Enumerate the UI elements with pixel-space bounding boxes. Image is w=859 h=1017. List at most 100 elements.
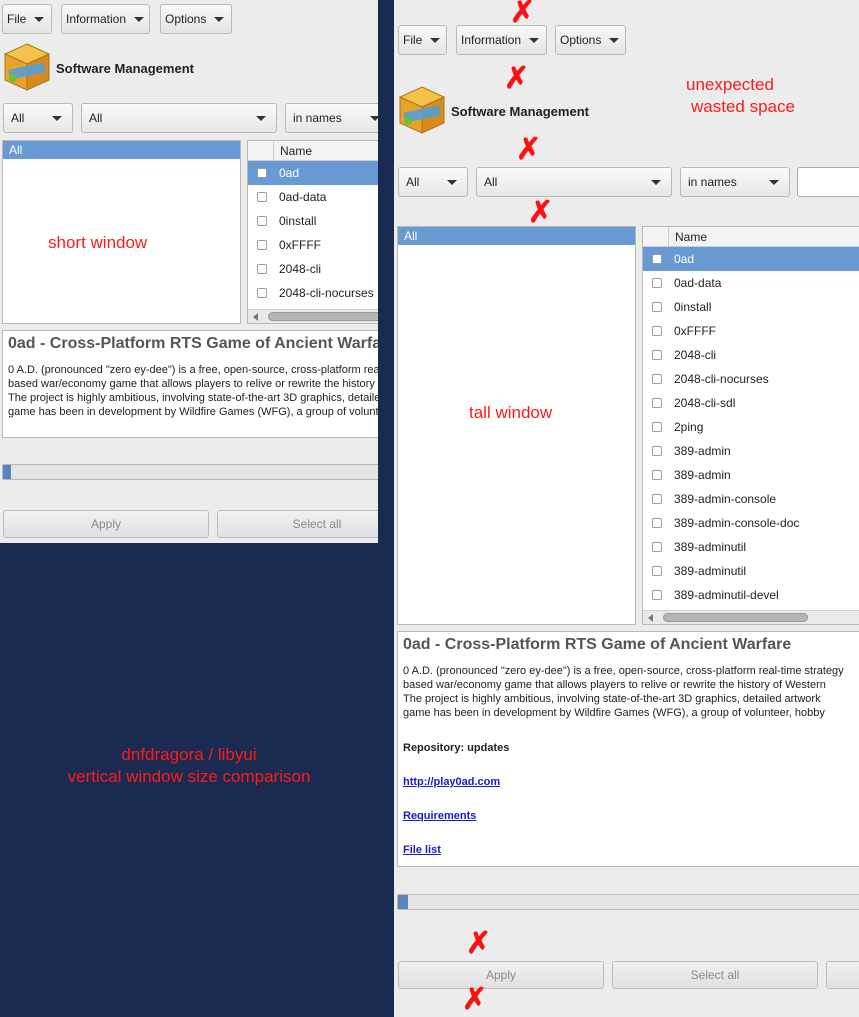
table-row[interactable]: 0xFFFF bbox=[643, 319, 859, 343]
scroll-left-arrow-icon[interactable] bbox=[253, 313, 258, 321]
package-name: 2048-cli-nocurses bbox=[674, 372, 769, 386]
checkbox-icon[interactable] bbox=[257, 264, 267, 274]
table-row[interactable]: 0install bbox=[248, 209, 378, 233]
description-line: The project is highly ambitious, involvi… bbox=[8, 392, 378, 404]
checkbox-icon[interactable] bbox=[652, 278, 662, 288]
horizontal-scrollbar[interactable] bbox=[643, 610, 859, 624]
table-header: Name bbox=[643, 227, 859, 247]
filter1-combo[interactable]: All bbox=[3, 103, 73, 133]
filter2-value: All bbox=[89, 111, 103, 125]
checkbox-icon[interactable] bbox=[652, 326, 662, 336]
apply-button[interactable]: Apply bbox=[3, 510, 209, 538]
chevron-down-icon bbox=[52, 115, 62, 121]
short-window: File Information Options Software Manage… bbox=[0, 0, 378, 543]
repository-label: Repository: updates bbox=[403, 742, 510, 754]
checkbox-icon[interactable] bbox=[652, 422, 662, 432]
menu-information[interactable]: Information bbox=[456, 25, 547, 55]
scrollbar-thumb[interactable] bbox=[663, 613, 808, 622]
table-row[interactable]: 389-adminutil bbox=[643, 559, 859, 583]
table-row[interactable]: 2048-cli-nocurses bbox=[643, 367, 859, 391]
chevron-down-icon bbox=[34, 16, 45, 22]
menu-file[interactable]: File bbox=[398, 25, 447, 55]
checkbox-icon[interactable] bbox=[257, 168, 267, 178]
checkbox-icon[interactable] bbox=[652, 518, 662, 528]
description-line: game has been in development by Wildfire… bbox=[403, 707, 825, 719]
app-title: Software Management bbox=[451, 104, 589, 119]
search-mode-combo[interactable]: in names bbox=[680, 167, 790, 197]
filter2-combo[interactable]: All bbox=[476, 167, 672, 197]
checkbox-icon[interactable] bbox=[652, 542, 662, 552]
table-row[interactable]: 0ad bbox=[248, 161, 378, 185]
checkbox-icon[interactable] bbox=[652, 374, 662, 384]
table-row[interactable]: 0ad bbox=[643, 247, 859, 271]
checkbox-icon[interactable] bbox=[652, 470, 662, 480]
table-row[interactable]: 2048-cli-nocurses bbox=[248, 281, 378, 305]
checkbox-icon[interactable] bbox=[652, 350, 662, 360]
menu-file[interactable]: File bbox=[2, 4, 52, 34]
header-checkbox-column bbox=[248, 141, 274, 160]
search-input[interactable] bbox=[797, 167, 859, 197]
checkbox-icon[interactable] bbox=[652, 398, 662, 408]
table-row[interactable]: 389-adminutil bbox=[643, 535, 859, 559]
header-name[interactable]: Name bbox=[669, 227, 707, 246]
table-row[interactable]: 0xFFFF bbox=[248, 233, 378, 257]
x-mark-icon: ✗ bbox=[462, 983, 488, 1016]
menu-options[interactable]: Options bbox=[555, 25, 626, 55]
table-row[interactable]: 2048-cli-sdl bbox=[643, 391, 859, 415]
description-body: 0 A.D. (pronounced "zero ey-dee") is a f… bbox=[403, 664, 859, 720]
table-row[interactable]: 0install bbox=[643, 295, 859, 319]
checkbox-icon[interactable] bbox=[652, 254, 662, 264]
homepage-link[interactable]: http://play0ad.com bbox=[403, 776, 859, 788]
checkbox-icon[interactable] bbox=[257, 240, 267, 250]
extra-button[interactable] bbox=[826, 961, 859, 989]
filter1-combo[interactable]: All bbox=[398, 167, 468, 197]
filter2-combo[interactable]: All bbox=[81, 103, 277, 133]
table-row[interactable]: 0ad-data bbox=[248, 185, 378, 209]
table-row[interactable]: 2048-cli bbox=[643, 343, 859, 367]
menu-options-label: Options bbox=[560, 33, 602, 47]
checkbox-icon[interactable] bbox=[257, 192, 267, 202]
package-table[interactable]: Name 0ad 0ad-data 0install 0xFFFF 2048-cli 20… bbox=[642, 226, 859, 625]
package-table[interactable]: Name 0ad 0ad-data 0install 0xFFFF 2048-cli 20… bbox=[247, 140, 378, 324]
package-name: 389-admin-console-doc bbox=[674, 516, 800, 530]
package-name: 389-admin bbox=[674, 444, 731, 458]
checkbox-icon[interactable] bbox=[257, 216, 267, 226]
table-row[interactable]: 389-admin-console bbox=[643, 487, 859, 511]
chevron-down-icon bbox=[256, 115, 266, 121]
checkbox-icon[interactable] bbox=[652, 302, 662, 312]
apply-button[interactable]: Apply bbox=[398, 961, 604, 989]
table-row[interactable]: 0ad-data bbox=[643, 271, 859, 295]
requirements-link[interactable]: Requirements bbox=[403, 810, 859, 822]
checkbox-icon[interactable] bbox=[652, 566, 662, 576]
select-all-button[interactable]: Select all bbox=[217, 510, 378, 538]
table-row[interactable]: 389-admin bbox=[643, 439, 859, 463]
file-list-link[interactable]: File list bbox=[403, 844, 859, 856]
header-name[interactable]: Name bbox=[274, 141, 312, 160]
package-name: 389-admin bbox=[674, 468, 731, 482]
checkbox-icon[interactable] bbox=[257, 288, 267, 298]
table-header: Name bbox=[248, 141, 378, 161]
search-mode-combo[interactable]: in names bbox=[285, 103, 378, 133]
category-item-all[interactable]: All bbox=[3, 141, 240, 159]
dnfdragora-app-icon bbox=[398, 86, 446, 134]
scroll-left-arrow-icon[interactable] bbox=[648, 614, 653, 622]
table-row[interactable]: 389-adminutil-devel bbox=[643, 583, 859, 607]
select-all-button[interactable]: Select all bbox=[612, 961, 818, 989]
table-rows: 0ad 0ad-data 0install 0xFFFF 2048-cli 2048-cl… bbox=[643, 247, 859, 607]
table-row[interactable]: 2048-cli bbox=[248, 257, 378, 281]
table-row[interactable]: 389-admin bbox=[643, 463, 859, 487]
menu-information[interactable]: Information bbox=[61, 4, 150, 34]
checkbox-icon[interactable] bbox=[652, 446, 662, 456]
x-mark-icon: ✗ bbox=[504, 62, 530, 95]
scrollbar-thumb[interactable] bbox=[268, 312, 378, 321]
checkbox-icon[interactable] bbox=[652, 494, 662, 504]
checkbox-icon[interactable] bbox=[652, 590, 662, 600]
table-row[interactable]: 2ping bbox=[643, 415, 859, 439]
horizontal-scrollbar[interactable] bbox=[248, 309, 378, 323]
category-item-all[interactable]: All bbox=[398, 227, 635, 245]
category-list[interactable]: All bbox=[397, 226, 636, 625]
table-row[interactable]: 389-admin-console-doc bbox=[643, 511, 859, 535]
menu-options[interactable]: Options bbox=[160, 4, 232, 34]
description-body: 0 A.D. (pronounced "zero ey-dee") is a f… bbox=[8, 363, 378, 419]
package-name: 0install bbox=[674, 300, 712, 314]
